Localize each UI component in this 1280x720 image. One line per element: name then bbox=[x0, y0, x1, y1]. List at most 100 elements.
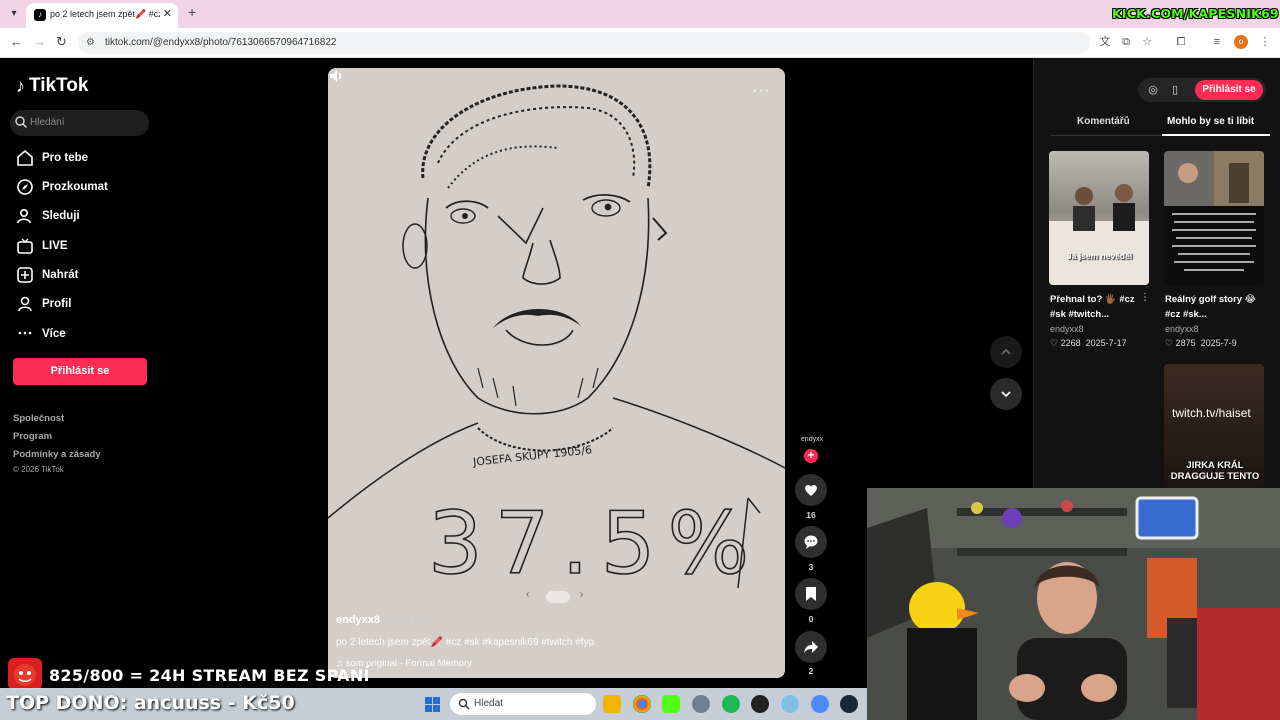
thumbnail-overlay-text: JIRKA KRÁL DRAGGUJE TENTO bbox=[1170, 460, 1260, 482]
suggested-video-author[interactable]: endyxx8 bbox=[1165, 324, 1199, 334]
taskbar-search-input[interactable]: Hledat bbox=[450, 693, 596, 715]
footer-company-link[interactable]: Společnost bbox=[13, 413, 64, 424]
tab-title: po 2 letech jsem zpět🖍️ #cz #s bbox=[50, 9, 160, 19]
thumbnail-overlay-text: Já jsem nevěděl bbox=[1067, 251, 1133, 261]
volume-icon[interactable] bbox=[328, 68, 344, 84]
carousel-next-icon[interactable]: › bbox=[580, 589, 583, 600]
footer-terms-link[interactable]: Podmínky a zásady bbox=[13, 449, 101, 460]
site-info-icon[interactable]: ⚙ bbox=[86, 37, 98, 49]
suggested-video-thumbnail[interactable]: Já jsem nevěděl bbox=[1049, 151, 1149, 285]
nav-label: Nahrát bbox=[42, 269, 79, 281]
author-name[interactable]: endyxx8 bbox=[336, 614, 380, 626]
forward-icon[interactable]: → bbox=[33, 34, 46, 49]
nav-item-profil[interactable]: Profil bbox=[16, 294, 71, 314]
spotify-icon[interactable] bbox=[722, 695, 740, 713]
comment-icon bbox=[804, 535, 818, 549]
creator-avatar[interactable]: endyxx bbox=[797, 436, 827, 443]
card-more-icon[interactable]: ⋮ bbox=[1140, 292, 1150, 303]
header-login-button[interactable]: Přihlásit se bbox=[1195, 80, 1263, 100]
logo-text: TikTok bbox=[29, 75, 89, 96]
translate-icon[interactable]: 文 bbox=[1098, 35, 1112, 49]
search-placeholder: Hledání bbox=[30, 117, 65, 128]
suggested-video-stats: ♡ 2268 2025-7-17 bbox=[1050, 338, 1127, 349]
suggested-video-title[interactable]: Přehnal to? 🖐🏾 #cz #sk #twitch... bbox=[1050, 292, 1150, 322]
chevron-up-icon bbox=[1001, 348, 1011, 355]
tab-search-dropdown-icon[interactable]: ▾ bbox=[6, 6, 22, 22]
steam-icon[interactable] bbox=[840, 695, 858, 713]
cast-icon[interactable]: ⧉ bbox=[1119, 35, 1133, 49]
nav-item-prozkoumat[interactable]: Prozkoumat bbox=[16, 177, 108, 197]
back-icon[interactable]: ← bbox=[10, 34, 23, 49]
follow-button[interactable]: + bbox=[804, 449, 818, 463]
share-button[interactable] bbox=[795, 631, 827, 663]
chrome-profile-icon[interactable] bbox=[811, 695, 829, 713]
devil-face-icon bbox=[14, 664, 36, 686]
extensions-icon[interactable]: ⧠ bbox=[1174, 35, 1188, 49]
tab-comments[interactable]: Komentářů bbox=[1077, 116, 1130, 127]
suggested-video-title[interactable]: Reálný golf story 😂 #cz #sk... bbox=[1165, 292, 1265, 322]
browser-menu-icon[interactable]: ⋮ bbox=[1258, 35, 1272, 49]
windows-start-icon[interactable] bbox=[425, 697, 440, 712]
thumbnail-link-text: twitch.tv/haiset bbox=[1172, 406, 1251, 420]
suggested-video-thumbnail[interactable]: twitch.tv/haiset JIRKA KRÁL DRAGGUJE TEN… bbox=[1164, 364, 1264, 488]
live-tv-icon bbox=[17, 238, 33, 254]
footer-program-link[interactable]: Program bbox=[13, 431, 52, 442]
url-text: tiktok.com/@endyxx8/photo/76130665709647… bbox=[105, 37, 337, 48]
save-button[interactable] bbox=[795, 578, 827, 610]
post-more-icon[interactable]: ··· bbox=[752, 82, 771, 100]
right-panel: ◎ ▯ Přihlásit se Komentářů Mohlo by se t… bbox=[1033, 58, 1280, 488]
nav-item-pro-tebe[interactable]: Pro tebe bbox=[16, 148, 88, 168]
suggested-video-stats: ♡ 2875 2025-7-9 bbox=[1165, 338, 1237, 349]
nav-item-live[interactable]: LIVE bbox=[16, 236, 68, 256]
login-button[interactable]: Přihlásit se bbox=[13, 358, 147, 385]
nav-label: Pro tebe bbox=[42, 152, 89, 164]
reload-icon[interactable]: ↻ bbox=[56, 34, 67, 50]
upload-plus-icon bbox=[17, 267, 33, 283]
settings-icon[interactable] bbox=[692, 695, 710, 713]
tab-suggested[interactable]: Mohlo by se ti líbit bbox=[1167, 116, 1254, 127]
suggested-video-thumbnail[interactable] bbox=[1164, 151, 1264, 285]
new-tab-button[interactable]: + bbox=[188, 4, 196, 20]
nav-item-nahrat[interactable]: Nahrát bbox=[16, 265, 78, 285]
nav-item-sleduji[interactable]: Sleduji bbox=[16, 206, 80, 226]
nav-label: Více bbox=[42, 328, 66, 340]
webcam-overlay bbox=[867, 488, 1280, 720]
previous-post-button[interactable] bbox=[990, 336, 1022, 368]
header-actions: ◎ ▯ Přihlásit se bbox=[1138, 78, 1266, 102]
bookmark-star-icon[interactable]: ☆ bbox=[1140, 35, 1154, 49]
address-bar[interactable]: ⚙ tiktok.com/@endyxx8/photo/761306657096… bbox=[78, 32, 1090, 54]
profile-avatar[interactable]: o bbox=[1234, 35, 1248, 49]
more-dots-icon bbox=[18, 331, 32, 335]
tab-close-icon[interactable]: ✕ bbox=[163, 7, 172, 20]
file-explorer-icon[interactable] bbox=[603, 695, 621, 713]
post-date: 2025-7-17 bbox=[1085, 338, 1127, 348]
browser-tab[interactable]: ♪ po 2 letech jsem zpět🖍️ #cz #s ✕ bbox=[26, 3, 178, 28]
photo-post[interactable]: JOSEFA SKUPY 1905/6 37.5% ··· ‹ › bbox=[328, 68, 785, 678]
nav-item-vice[interactable]: Více bbox=[16, 324, 66, 344]
chrome-icon[interactable] bbox=[633, 695, 651, 713]
taskbar-search-placeholder: Hledat bbox=[474, 698, 503, 709]
browser-tab-strip: ▾ ♪ po 2 letech jsem zpět🖍️ #cz #s ✕ + K… bbox=[0, 0, 1280, 28]
search-icon bbox=[458, 698, 470, 710]
post-caption: po 2 letech jsem zpět🖍️ #cz #sk #kapesni… bbox=[336, 637, 595, 648]
search-input[interactable]: Hledání bbox=[10, 110, 149, 136]
comment-button[interactable] bbox=[795, 526, 827, 558]
profile-icon bbox=[18, 296, 32, 312]
thumbnail-image bbox=[1164, 151, 1264, 271]
phone-icon[interactable]: ▯ bbox=[1168, 83, 1182, 97]
person-icon bbox=[17, 208, 31, 224]
suggested-video-author[interactable]: endyxx8 bbox=[1050, 324, 1084, 334]
carousel-prev-icon[interactable]: ‹ bbox=[526, 589, 529, 600]
obs-icon[interactable] bbox=[751, 695, 769, 713]
search-icon bbox=[15, 116, 27, 128]
tiktok-logo[interactable]: ♪ TikTok bbox=[16, 75, 88, 97]
emote-icon bbox=[8, 658, 42, 690]
reading-list-icon[interactable]: ≡ bbox=[1210, 35, 1224, 49]
app-icon[interactable] bbox=[781, 695, 799, 713]
active-tab-underline bbox=[1162, 134, 1270, 136]
post-author[interactable]: endyxx8 · Před 3 d bbox=[336, 614, 427, 626]
kick-icon[interactable] bbox=[662, 695, 680, 713]
like-button[interactable] bbox=[795, 474, 827, 506]
compass-icon[interactable]: ◎ bbox=[1146, 83, 1160, 97]
next-post-button[interactable] bbox=[990, 378, 1022, 410]
